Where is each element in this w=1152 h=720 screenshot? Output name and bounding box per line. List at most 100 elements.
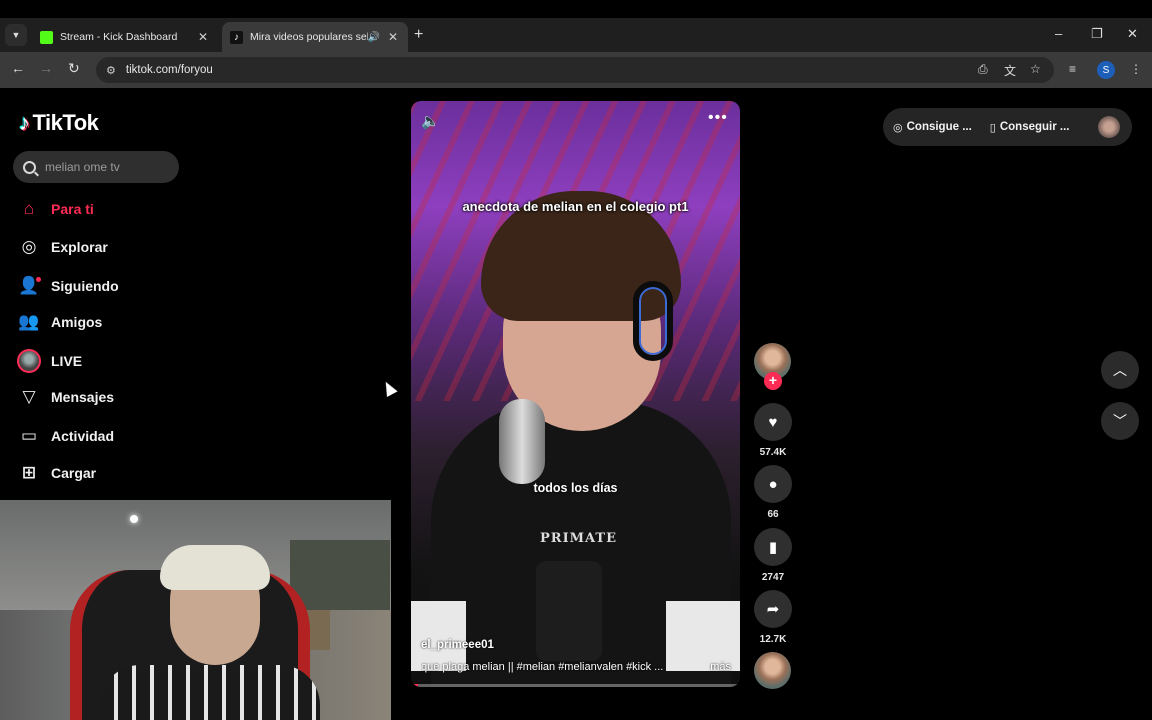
search-icon (23, 160, 36, 174)
compass-icon: ◎ (21, 237, 37, 256)
tab-title: Mira videos populares sele (250, 31, 368, 43)
phone-icon: ▯ (989, 121, 996, 134)
tab-bar: ▼ Stream - Kick Dashboard ✕ ♪ Mira video… (0, 18, 1152, 52)
webcam-shelf (290, 540, 390, 610)
coin-icon: ◎ (893, 121, 903, 134)
friends-icon: 👥 (18, 312, 40, 331)
sidebar-item-cargar[interactable]: ⊞ Cargar (19, 461, 96, 485)
sidebar-item-label: Mensajes (51, 389, 115, 405)
chevron-down-icon: ﹀ (1113, 413, 1127, 429)
chevron-up-icon: ︿ (1113, 362, 1127, 378)
get-coins-label: Consigue ... (906, 121, 972, 133)
get-coins-button[interactable]: ◎ Consigue ... (893, 121, 972, 134)
live-icon (17, 349, 41, 373)
user-avatar[interactable] (1098, 116, 1120, 138)
volume-icon[interactable]: 🔈 (421, 112, 440, 130)
user-follow-icon: 👤 (18, 276, 41, 295)
new-tab-button[interactable]: + (414, 26, 423, 44)
star-icon[interactable]: ☆ (1030, 62, 1041, 76)
share-icon: ➦ (754, 590, 792, 628)
sidebar-item-mensajes[interactable]: ▽ Mensajes (19, 385, 114, 409)
logo-text: TikTok (32, 110, 99, 135)
more-link[interactable]: más (710, 661, 731, 673)
audio-playing-icon[interactable]: 🔊 (368, 32, 380, 43)
kick-favicon-icon (40, 30, 53, 44)
send-icon: ▽ (22, 387, 36, 406)
sidebar-item-label: LIVE (51, 353, 83, 369)
media-control-icon[interactable]: ≡ (1069, 62, 1076, 76)
heart-icon: ♥ (754, 403, 792, 441)
video-headset (633, 281, 673, 361)
tiktok-logo[interactable]: ♪ TikTok (19, 110, 99, 136)
reload-icon[interactable]: ↻ (68, 60, 80, 77)
save-button[interactable]: ▮ 2747 (753, 528, 793, 583)
mouse-cursor-icon (380, 379, 398, 397)
shirt-text: PRIMATE (540, 531, 618, 546)
sidebar-item-siguiendo[interactable]: 👤 Siguiendo (18, 274, 119, 298)
search-input[interactable]: melian ome tv (13, 151, 179, 183)
close-icon[interactable]: ✕ (386, 30, 400, 44)
upload-icon: ⊞ (21, 463, 37, 482)
install-app-icon[interactable]: ⎙ (978, 62, 988, 77)
tiktok-favicon-icon: ♪ (230, 30, 243, 44)
sidebar-item-amigos[interactable]: 👥 Amigos (18, 310, 103, 334)
back-arrow-icon[interactable]: ← (11, 60, 25, 76)
comment-icon: ● (754, 465, 792, 503)
video-username[interactable]: el_primeee01 (421, 639, 494, 651)
next-video-button[interactable]: ﹀ (1101, 402, 1139, 440)
sidebar-item-label: Siguiendo (51, 278, 119, 294)
translate-icon[interactable]: 文 (1004, 62, 1016, 79)
video-microphone (499, 399, 545, 484)
tab-kick-dashboard[interactable]: Stream - Kick Dashboard ✕ (32, 22, 218, 52)
minimize-icon[interactable]: – (1055, 26, 1062, 41)
address-bar[interactable]: ⚙ tiktok.com/foryou (96, 57, 1054, 83)
sidebar-item-label: Explorar (51, 239, 108, 255)
profile-avatar[interactable]: S (1097, 61, 1115, 79)
tab-search-button[interactable]: ▼ (5, 24, 27, 46)
restore-icon[interactable]: ❐ (1091, 26, 1103, 42)
sidebar-item-label: Para ti (51, 201, 94, 217)
like-count: 57.4K (759, 447, 787, 458)
comment-button[interactable]: ● 66 (753, 465, 793, 520)
like-button[interactable]: ♥ 57.4K (753, 403, 793, 458)
webcam-overlay (0, 500, 391, 720)
sidebar-item-label: Actividad (51, 428, 115, 444)
video-caption-top: anecdota de melian en el colegio pt1 (462, 199, 689, 214)
search-value: melian ome tv (45, 160, 120, 174)
close-icon[interactable]: ✕ (196, 30, 210, 44)
bookmark-icon: ▮ (754, 528, 792, 566)
sidebar-item-actividad[interactable]: ▭ Actividad (19, 424, 114, 448)
webcam-person-body (100, 665, 320, 720)
sidebar-item-live[interactable]: LIVE (17, 349, 83, 373)
save-count: 2747 (761, 572, 785, 583)
window-close-icon[interactable]: ✕ (1127, 26, 1138, 42)
tab-title: Stream - Kick Dashboard (60, 31, 178, 43)
sidebar-item-label: Cargar (51, 465, 97, 481)
sound-avatar[interactable] (754, 652, 791, 689)
chevron-down-icon: ▼ (11, 30, 21, 40)
site-info-icon[interactable]: ⚙ (106, 64, 116, 77)
get-app-button[interactable]: ▯ Conseguir ... (990, 121, 1070, 134)
top-right-actions: ◎ Consigue ... ▯ Conseguir ... (883, 108, 1132, 146)
get-app-label: Conseguir ... (999, 121, 1070, 133)
webcam-light (130, 515, 138, 523)
sidebar-item-label: Amigos (51, 314, 103, 330)
share-count: 12.7K (759, 634, 787, 645)
sidebar-item-explorar[interactable]: ◎ Explorar (19, 235, 108, 259)
more-options-icon[interactable]: ••• (708, 109, 728, 127)
video-progress-bar[interactable] (411, 684, 740, 687)
sidebar-item-para-ti[interactable]: ⌂ Para ti (19, 197, 94, 221)
menu-dots-icon[interactable]: ⋮ (1130, 62, 1142, 76)
forward-arrow-icon[interactable]: → (39, 60, 53, 76)
webcam-person-hair (160, 545, 270, 590)
video-player[interactable]: PRIMATE 🔈 ••• anecdota de melian en el c… (411, 101, 740, 687)
tiktok-note-icon: ♪ (19, 110, 30, 135)
video-phone (536, 561, 602, 661)
follow-plus-icon[interactable]: + (764, 372, 782, 390)
previous-video-button[interactable]: ︿ (1101, 351, 1139, 389)
url-text: tiktok.com/foryou (125, 64, 213, 76)
share-button[interactable]: ➦ 12.7K (753, 590, 793, 645)
video-description-text: que plaga melian || #melian #melianvalen… (421, 661, 664, 673)
tab-tiktok[interactable]: ♪ Mira videos populares sele 🔊 ✕ (222, 22, 408, 52)
video-description: que plaga melian || #melian #melianvalen… (421, 661, 731, 673)
